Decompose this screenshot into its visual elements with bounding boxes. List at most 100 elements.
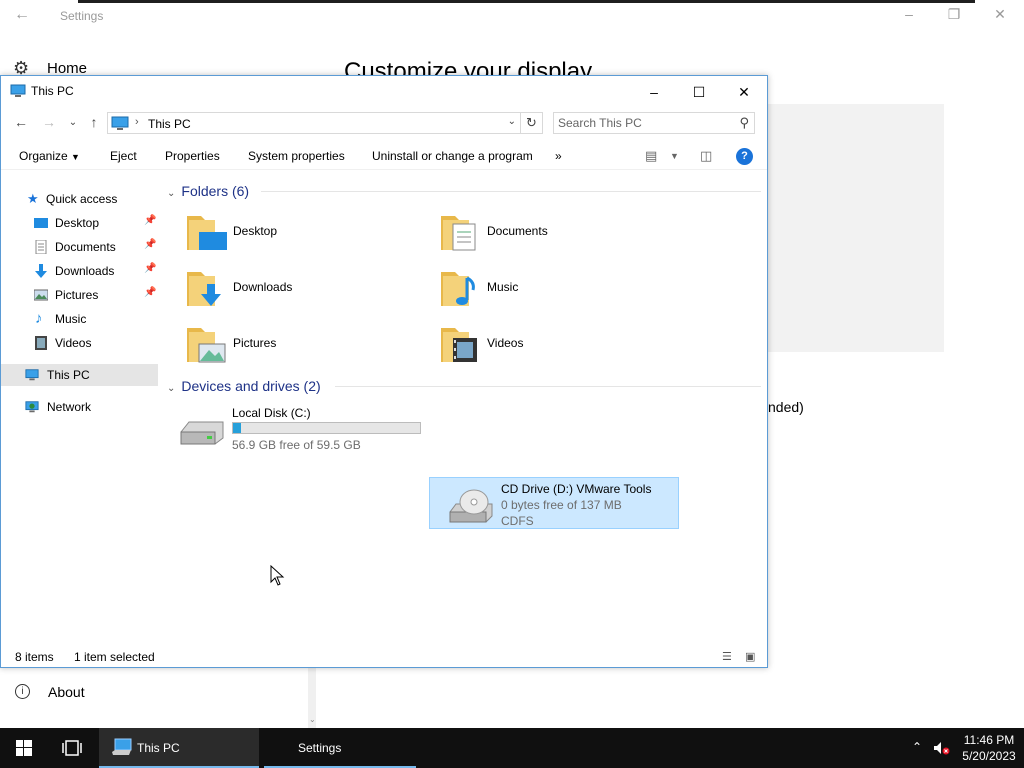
taskbar-item-settings[interactable]: Settings (264, 728, 416, 768)
show-hidden-icons-icon[interactable]: ⌃ (912, 740, 922, 754)
folder-label: Desktop (233, 224, 278, 238)
task-view-icon[interactable] (62, 740, 82, 756)
uninstall-program-button[interactable]: Uninstall or change a program (372, 149, 533, 163)
item-count: 8 items (15, 650, 54, 664)
folder-label: Music (487, 280, 519, 294)
details-view-icon[interactable]: ☰ (722, 650, 732, 663)
file-explorer-icon (112, 738, 132, 755)
nav-item-videos[interactable]: Videos (1, 332, 158, 354)
nav-label: Music (55, 312, 87, 326)
music-note-icon: ♪ (35, 310, 43, 327)
pin-icon[interactable]: 📌 (144, 287, 156, 298)
search-icon[interactable]: ⚲ (739, 115, 749, 131)
back-arrow-icon[interactable]: ← (14, 6, 34, 26)
nav-item-documents[interactable]: Documents 📌 (1, 236, 158, 258)
desktop-folder-icon (187, 216, 227, 250)
nav-item-music[interactable]: ♪ Music (1, 308, 158, 330)
taskbar: This PC Settings ⌃ 11:46 PM 5/20/2023 (0, 728, 1024, 768)
clock-date: 5/20/2023 (962, 749, 1016, 763)
pictures-folder-icon (187, 328, 226, 363)
download-icon (35, 264, 47, 278)
folder-tile-documents[interactable]: Documents (415, 206, 665, 258)
folder-label: Downloads (233, 280, 293, 294)
refresh-button[interactable]: ↻ (521, 112, 543, 134)
group-header-folders[interactable]: ⌄ Folders (6) (167, 183, 249, 199)
forward-button[interactable]: → (39, 114, 59, 130)
settings-title: Settings (60, 9, 104, 23)
properties-button[interactable]: Properties (165, 149, 220, 163)
divider (335, 386, 761, 387)
search-box[interactable]: ⚲ (553, 112, 755, 134)
cd-drive-icon (449, 489, 493, 523)
folder-label: Pictures (233, 336, 277, 350)
nav-label: Documents (55, 240, 116, 254)
divider (261, 191, 761, 192)
settings-about-link[interactable]: About (48, 684, 85, 700)
change-view-icon[interactable]: ▤ (645, 148, 657, 164)
windows-start-icon[interactable] (16, 740, 32, 756)
window-title: This PC (31, 84, 74, 98)
folder-tile-pictures[interactable]: Pictures (161, 318, 411, 370)
folder-tile-desktop[interactable]: Desktop (161, 206, 411, 258)
drive-tile-c[interactable]: Local Disk (C:) 56.9 GB free of 59.5 GB (161, 402, 425, 454)
organize-label: Organize (19, 149, 68, 163)
help-button[interactable]: ? (736, 148, 753, 165)
search-input[interactable] (558, 115, 728, 131)
nav-label: Network (47, 400, 92, 414)
title-bar[interactable]: This PC – ☐ ✕ (1, 76, 767, 106)
pictures-icon (34, 289, 48, 301)
minimize-button[interactable]: – (631, 78, 677, 106)
up-button[interactable]: ↑ (84, 114, 104, 130)
nav-item-downloads[interactable]: Downloads 📌 (1, 260, 158, 282)
close-icon[interactable]: ✕ (990, 6, 1010, 26)
nav-item-desktop[interactable]: Desktop 📌 (1, 212, 158, 234)
system-properties-button[interactable]: System properties (248, 149, 345, 163)
mouse-cursor-icon (270, 565, 285, 586)
large-icons-view-icon[interactable]: ▣ (745, 650, 755, 663)
address-bar[interactable]: › This PC ⌄ (107, 112, 521, 134)
chevron-down-icon[interactable]: ⌄ (508, 116, 516, 127)
close-button[interactable]: ✕ (721, 78, 767, 106)
folder-tile-videos[interactable]: Videos (415, 318, 665, 370)
selection-count: 1 item selected (74, 650, 155, 664)
pin-icon[interactable]: 📌 (144, 215, 156, 226)
nav-item-pictures[interactable]: Pictures 📌 (1, 284, 158, 306)
dropdown-arrow-icon[interactable]: ▼ (670, 151, 679, 161)
breadcrumb[interactable]: This PC (148, 117, 191, 131)
pin-icon[interactable]: 📌 (144, 239, 156, 250)
volume-muted-icon[interactable] (933, 741, 951, 755)
music-folder-icon (441, 272, 475, 306)
nav-quick-access[interactable]: ★ Quick access (1, 188, 158, 210)
maximize-button[interactable]: ☐ (676, 78, 722, 106)
folder-tile-downloads[interactable]: Downloads (161, 262, 411, 314)
command-bar: Organize ▼ Eject Properties System prope… (1, 142, 767, 170)
group-title: Folders (6) (181, 183, 250, 199)
recent-locations-icon[interactable]: ⌄ (63, 117, 83, 128)
group-header-devices[interactable]: ⌄ Devices and drives (2) (167, 378, 321, 394)
nav-item-this-pc[interactable]: This PC (1, 364, 158, 386)
nav-item-network[interactable]: Network (1, 396, 158, 418)
documents-folder-icon (441, 216, 476, 251)
nav-label: Quick access (46, 192, 118, 206)
navigation-pane: ★ Quick access Desktop 📌 Documents 📌 Dow… (1, 186, 158, 436)
system-clock[interactable]: 11:46 PM 5/20/2023 (958, 732, 1020, 764)
drive-tile-d[interactable]: CD Drive (D:) VMware Tools 0 bytes free … (429, 477, 679, 529)
downloads-folder-icon (187, 272, 221, 306)
scroll-down-icon[interactable]: ⌄ (309, 715, 316, 724)
chevron-down-icon: ⌄ (167, 383, 176, 394)
organize-button[interactable]: Organize ▼ (19, 149, 80, 163)
minimize-icon[interactable]: – (899, 6, 919, 26)
folder-tile-music[interactable]: Music (415, 262, 665, 314)
folder-label: Documents (487, 224, 548, 238)
film-icon (35, 336, 47, 350)
drive-free-space: 56.9 GB free of 59.5 GB (232, 438, 361, 452)
more-commands-button[interactable]: » (555, 149, 562, 163)
preview-pane-icon[interactable]: ◫ (700, 148, 712, 164)
drive-usage-bar (232, 422, 421, 434)
back-button[interactable]: ← (11, 114, 31, 130)
restore-icon[interactable]: ❐ (944, 6, 964, 26)
eject-button[interactable]: Eject (110, 149, 137, 163)
pin-icon[interactable]: 📌 (144, 263, 156, 274)
hard-drive-icon (180, 421, 224, 445)
taskbar-item-this-pc[interactable]: This PC (99, 728, 259, 768)
